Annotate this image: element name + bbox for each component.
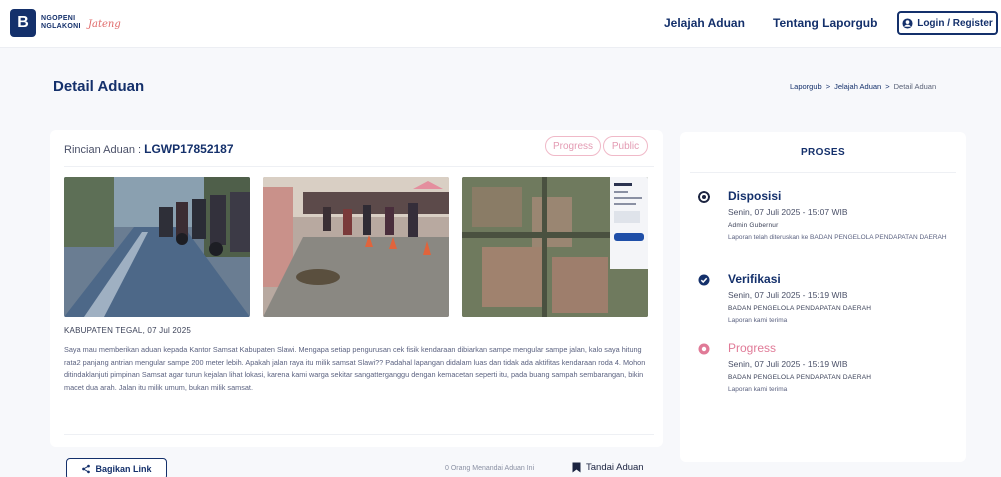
step-title: Verifikasi [728,272,781,286]
breadcrumb: Laporgub > Jelajah Aduan > Detail Aduan [790,82,936,91]
breadcrumb-jelajah-aduan[interactable]: Jelajah Aduan [834,82,881,91]
login-register-button[interactable]: Login / Register [897,11,998,35]
breadcrumb-current: Detail Aduan [893,82,937,91]
bookmark-report-button[interactable]: Tandai Aduan [572,462,644,473]
step-note: Laporan kami terima [728,386,788,393]
logo-line-1: NGOPENI [41,15,76,22]
page-title: Detail Aduan [53,78,145,95]
step-title: Disposisi [728,189,782,203]
step-note: Laporan telah diteruskan ke BADAN PENGEL… [728,234,947,241]
step-time: Senin, 07 Juli 2025 - 15:19 WIB [728,290,848,300]
report-location-date: KABUPATEN TEGAL, 07 Jul 2025 [64,326,191,335]
nav-link-tentang-laporgub[interactable]: Tentang Laporgub [773,16,877,30]
timeline-dot-icon [698,191,710,203]
step-time: Senin, 07 Juli 2025 - 15:07 WIB [728,207,848,217]
share-link-button[interactable]: Bagikan Link [66,458,167,477]
logo-wordmark: NGOPENI NGLAKONI [41,15,81,31]
step-body: Verifikasi Senin, 07 Juli 2025 - 15:19 W… [728,272,958,325]
step-time: Senin, 07 Juli 2025 - 15:19 WIB [728,359,848,369]
logo-mark: B [10,9,36,37]
breadcrumb-laporgub[interactable]: Laporgub [790,82,822,91]
step-actor: BADAN PENGELOLA PENDAPATAN DAERAH [728,374,872,381]
report-description: Saya mau memberikan aduan kepada Kantor … [64,345,646,392]
report-detail-card: Rincian Aduan : LGWP17852187 Progress Pu… [50,130,663,447]
step-title: Progress [728,341,777,355]
report-id-row: Rincian Aduan : LGWP17852187 [64,142,234,156]
bookmark-report-label: Tandai Aduan [586,462,644,473]
panel-divider [690,172,956,173]
check-circle-icon [698,274,710,286]
logo-script: Jateng [88,19,121,30]
bookmark-icon [572,462,581,473]
share-link-label: Bagikan Link [95,464,152,474]
step-actor: BADAN PENGELOLA PENDAPATAN DAERAH [728,305,872,312]
card-divider [64,166,654,167]
user-circle-icon [902,17,913,29]
report-photo-1[interactable] [64,177,250,317]
step-body: Progress Senin, 07 Juli 2025 - 15:19 WIB… [728,341,958,394]
report-photo-3[interactable] [462,177,648,317]
report-photo-2[interactable] [263,177,449,317]
logo-line-2: NGLAKONI [41,23,81,30]
queue-photo-image [263,177,449,317]
step-actor: Admin Gubernur [728,222,779,229]
map-photo-image [462,177,648,317]
app-logo[interactable]: B NGOPENI NGLAKONI [10,9,81,37]
report-id-label: Rincian Aduan : [64,144,145,156]
status-badge-progress: Progress [545,136,601,156]
breadcrumb-separator: > [885,82,890,91]
progress-gear-icon [698,343,710,355]
breadcrumb-separator: > [825,82,831,91]
share-icon [82,464,91,474]
mark-count-text: 0 Orang Menandai Aduan Ini [445,465,535,472]
nav-link-jelajah-aduan[interactable]: Jelajah Aduan [664,16,745,30]
report-id-code: LGWP17852187 [144,142,234,156]
process-title: PROSES [800,147,846,158]
visibility-badge-public: Public [603,136,648,156]
step-note: Laporan kami terima [728,317,788,324]
top-navbar: B NGOPENI NGLAKONI Jateng Jelajah Aduan … [0,0,1001,48]
street-photo-image [64,177,250,317]
card-divider [64,434,654,435]
step-body: Disposisi Senin, 07 Juli 2025 - 15:07 WI… [728,189,958,242]
process-timeline-panel: PROSES Disposisi Senin, 07 Juli 2025 - 1… [680,132,966,462]
login-register-label: Login / Register [917,17,993,29]
